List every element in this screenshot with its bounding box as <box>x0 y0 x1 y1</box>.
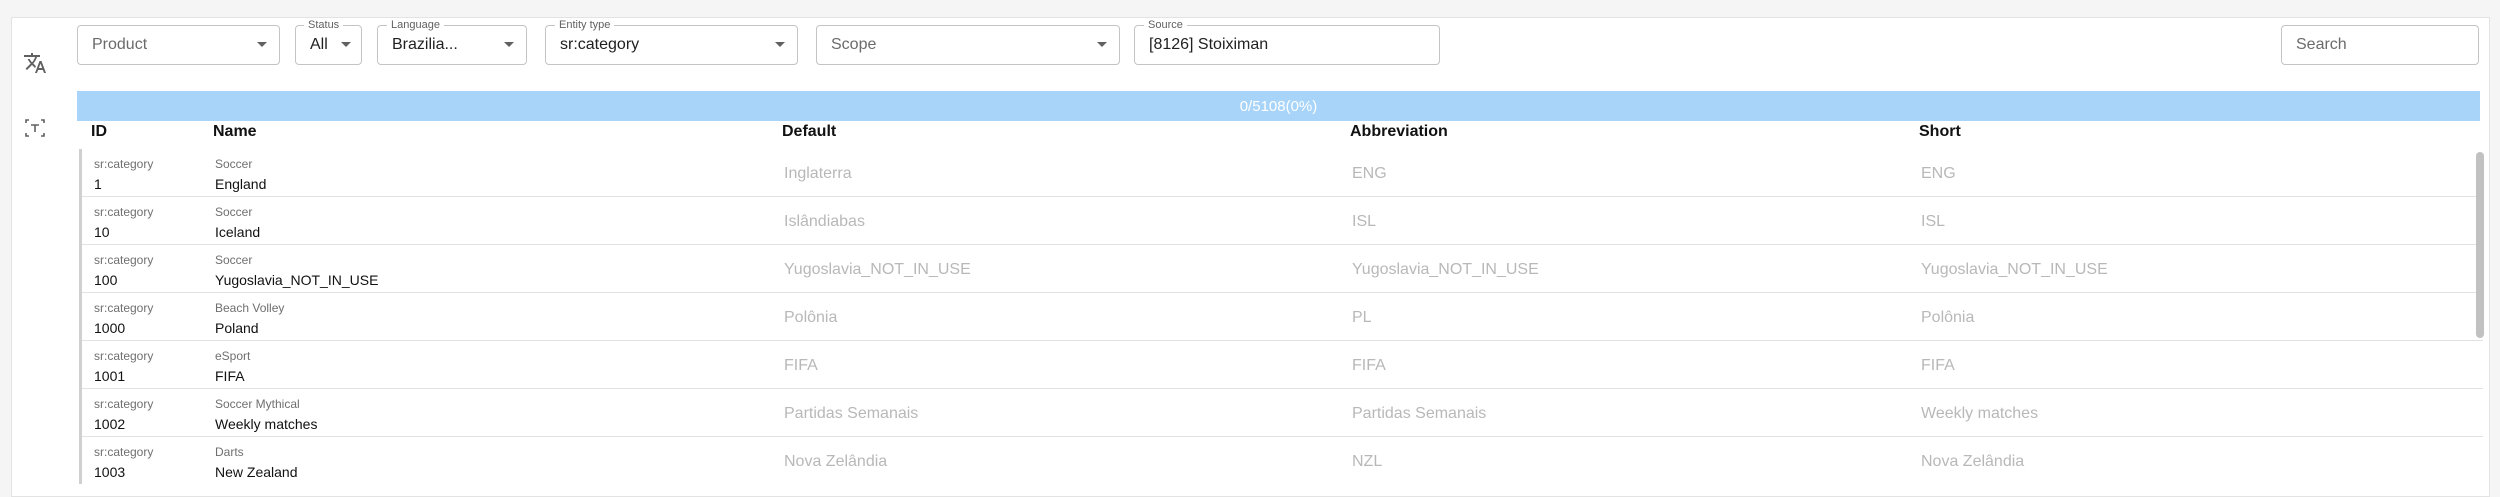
chevron-down-icon <box>775 42 785 47</box>
row-default[interactable]: Yugoslavia_NOT_IN_USE <box>784 261 971 279</box>
entity-type-select[interactable]: Entity type sr:category <box>545 18 798 65</box>
row-abbreviation[interactable]: NZL <box>1352 453 1382 471</box>
row-default[interactable]: Polônia <box>784 309 837 327</box>
status-value: All <box>310 36 328 53</box>
row-id: 10 <box>94 224 110 240</box>
row-id: 1001 <box>94 368 126 384</box>
row-id: 1000 <box>94 320 126 336</box>
translate-icon[interactable] <box>22 50 48 76</box>
table-row[interactable]: sr:category 10 Soccer Iceland Islândiaba… <box>82 197 2483 245</box>
status-select[interactable]: Status All <box>295 18 362 65</box>
progress-bar: 0/5108(0%) <box>77 91 2480 121</box>
chevron-down-icon <box>1097 42 1107 47</box>
row-sport: Beach Volley <box>215 301 285 315</box>
row-short[interactable]: Yugoslavia_NOT_IN_USE <box>1921 261 2108 279</box>
row-default[interactable]: FIFA <box>784 357 818 375</box>
row-abbreviation[interactable]: ISL <box>1352 213 1376 231</box>
row-type: sr:category <box>94 397 154 411</box>
row-short[interactable]: Nova Zelândia <box>1921 453 2024 471</box>
entity-type-label: Entity type <box>555 18 615 32</box>
row-type: sr:category <box>94 349 154 363</box>
chevron-down-icon <box>257 42 267 47</box>
chevron-down-icon <box>504 42 514 47</box>
row-sport: Soccer Mythical <box>215 397 300 411</box>
language-select[interactable]: Language Brazilia... <box>377 18 527 65</box>
row-sport: eSport <box>215 349 251 363</box>
row-sport: Soccer <box>215 253 253 267</box>
row-name: Iceland <box>215 224 261 240</box>
text-select-icon[interactable] <box>22 115 48 141</box>
chevron-down-icon <box>341 42 351 47</box>
row-id: 100 <box>94 272 118 288</box>
table-row[interactable]: sr:category 100 Soccer Yugoslavia_NOT_IN… <box>82 245 2483 293</box>
table-header: ID Name Default Abbreviation Short <box>77 123 2480 149</box>
row-short[interactable]: Weekly matches <box>1921 405 2038 423</box>
column-header-name[interactable]: Name <box>213 123 257 141</box>
row-name: Weekly matches <box>215 416 318 432</box>
search-input[interactable]: Search <box>2281 25 2479 65</box>
scope-placeholder: Scope <box>831 36 877 53</box>
source-field[interactable]: Source [8126] Stoiximan <box>1134 18 1440 65</box>
row-abbreviation[interactable]: PL <box>1352 309 1372 327</box>
row-name: FIFA <box>215 368 245 384</box>
row-abbreviation[interactable]: ENG <box>1352 165 1387 183</box>
row-name: England <box>215 176 267 192</box>
source-value: [8126] Stoiximan <box>1149 36 1269 53</box>
row-type: sr:category <box>94 205 154 219</box>
row-name: Yugoslavia_NOT_IN_USE <box>215 272 379 288</box>
table-row[interactable]: sr:category 1000 Beach Volley Poland Pol… <box>82 293 2483 341</box>
language-label: Language <box>387 18 444 32</box>
row-short[interactable]: ENG <box>1921 165 1956 183</box>
row-default[interactable]: Nova Zelândia <box>784 453 887 471</box>
search-placeholder: Search <box>2296 36 2347 53</box>
product-placeholder: Product <box>92 36 148 53</box>
scope-select[interactable]: Scope <box>816 25 1120 65</box>
entity-type-value: sr:category <box>560 36 640 53</box>
status-label: Status <box>304 18 344 32</box>
column-header-default[interactable]: Default <box>782 123 836 141</box>
row-type: sr:category <box>94 445 154 459</box>
row-type: sr:category <box>94 253 154 267</box>
row-default[interactable]: Islândiabas <box>784 213 865 231</box>
row-type: sr:category <box>94 301 154 315</box>
column-header-short[interactable]: Short <box>1919 123 1961 141</box>
row-default[interactable]: Partidas Semanais <box>784 405 918 423</box>
row-default[interactable]: Inglaterra <box>784 165 852 183</box>
row-sport: Darts <box>215 445 244 459</box>
row-name: New Zealand <box>215 464 298 480</box>
row-short[interactable]: FIFA <box>1921 357 1955 375</box>
row-short[interactable]: ISL <box>1921 213 1945 231</box>
column-header-abbreviation[interactable]: Abbreviation <box>1350 123 1448 141</box>
row-abbreviation[interactable]: Yugoslavia_NOT_IN_USE <box>1352 261 1539 279</box>
table-row[interactable]: sr:category 1003 Darts New Zealand Nova … <box>82 437 2483 484</box>
row-short[interactable]: Polônia <box>1921 309 1974 327</box>
language-value: Brazilia... <box>392 36 458 53</box>
row-name: Poland <box>215 320 259 336</box>
column-header-id[interactable]: ID <box>91 123 107 141</box>
row-abbreviation[interactable]: Partidas Semanais <box>1352 405 1486 423</box>
row-type: sr:category <box>94 157 154 171</box>
progress-text: 0/5108(0%) <box>1239 97 1318 115</box>
row-abbreviation[interactable]: FIFA <box>1352 357 1386 375</box>
row-sport: Soccer <box>215 205 253 219</box>
row-id: 1002 <box>94 416 126 432</box>
row-id: 1003 <box>94 464 126 480</box>
row-sport: Soccer <box>215 157 253 171</box>
table-row[interactable]: sr:category 1 Soccer England Inglaterra … <box>82 149 2483 197</box>
table-row[interactable]: sr:category 1001 eSport FIFA FIFA FIFA F… <box>82 341 2483 389</box>
table-row[interactable]: sr:category 1002 Soccer Mythical Weekly … <box>82 389 2483 437</box>
table-body: sr:category 1 Soccer England Inglaterra … <box>79 149 2483 484</box>
product-select[interactable]: Product <box>77 25 280 65</box>
table-scrollbar[interactable] <box>2476 152 2484 338</box>
source-label: Source <box>1144 18 1187 32</box>
row-id: 1 <box>94 176 102 192</box>
